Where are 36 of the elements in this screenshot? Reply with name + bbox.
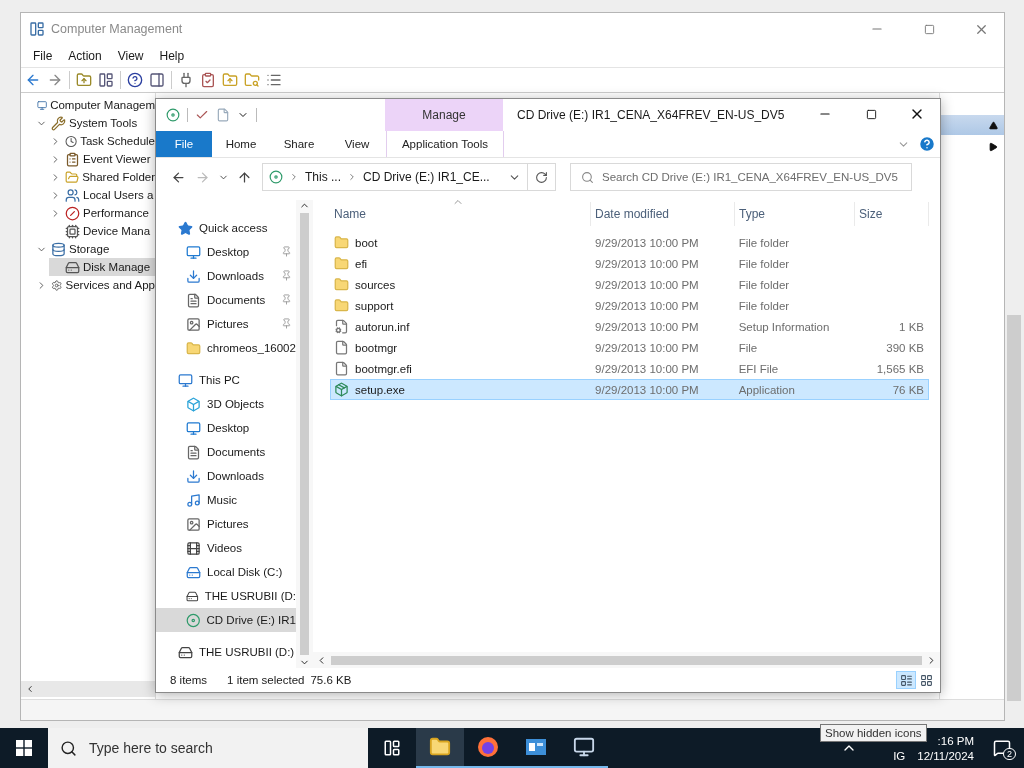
size-cell-text: 1,565 KB — [875, 362, 925, 375]
window-title: CD Drive (E:) IR1_CENA_X64FREV_EN-US_DV5 — [516, 107, 786, 124]
file-name: boot — [355, 236, 378, 249]
selection-size: 75.6 KB — [310, 674, 352, 686]
size-cell-text: 76 KB — [891, 383, 925, 396]
date-cell-text: 9/29/2013 10:00 PM — [594, 278, 700, 291]
type-cell-text: File folder — [737, 257, 791, 270]
tooltip: Show hidden icons — [820, 724, 927, 742]
file-name: setup.exe — [355, 383, 405, 396]
type-cell-text: EFI File — [737, 362, 780, 375]
file-name: sources — [355, 278, 396, 291]
type-cell-text: Setup Information — [737, 320, 831, 333]
notification-count: 2 — [1003, 748, 1016, 760]
type-cell-text: File — [737, 341, 759, 354]
date-cell-text: 9/29/2013 10:00 PM — [594, 320, 700, 333]
file-name: efi — [355, 257, 368, 270]
item-count: 8 items — [170, 674, 208, 686]
selection-info: 1 item selected — [227, 674, 305, 686]
date-cell-text: 9/29/2013 10:00 PM — [594, 362, 700, 375]
size-cell-text: 390 KB — [885, 341, 925, 354]
file-name: support — [355, 299, 394, 312]
file-name: bootmgr.efi — [355, 362, 412, 375]
date-cell-text: 9/29/2013 10:00 PM — [594, 257, 700, 270]
date-cell-text: 9/29/2013 10:00 PM — [594, 383, 700, 396]
type-cell-text: Application — [737, 383, 796, 396]
context-tab-group: Manage — [385, 99, 503, 131]
date-cell-text: 9/29/2013 10:00 PM — [594, 299, 700, 312]
date-cell-text: 9/29/2013 10:00 PM — [594, 236, 700, 249]
type-cell-text: File folder — [737, 299, 791, 312]
date-cell-text: 9/29/2013 10:00 PM — [594, 341, 700, 354]
file-name: autorun.inf — [355, 320, 410, 333]
size-cell-text: 1 KB — [898, 320, 925, 333]
type-cell-text: File folder — [737, 278, 791, 291]
file-name: bootmgr — [355, 341, 398, 354]
window-title: Computer Management — [51, 22, 184, 36]
type-cell-text: File folder — [737, 236, 791, 249]
